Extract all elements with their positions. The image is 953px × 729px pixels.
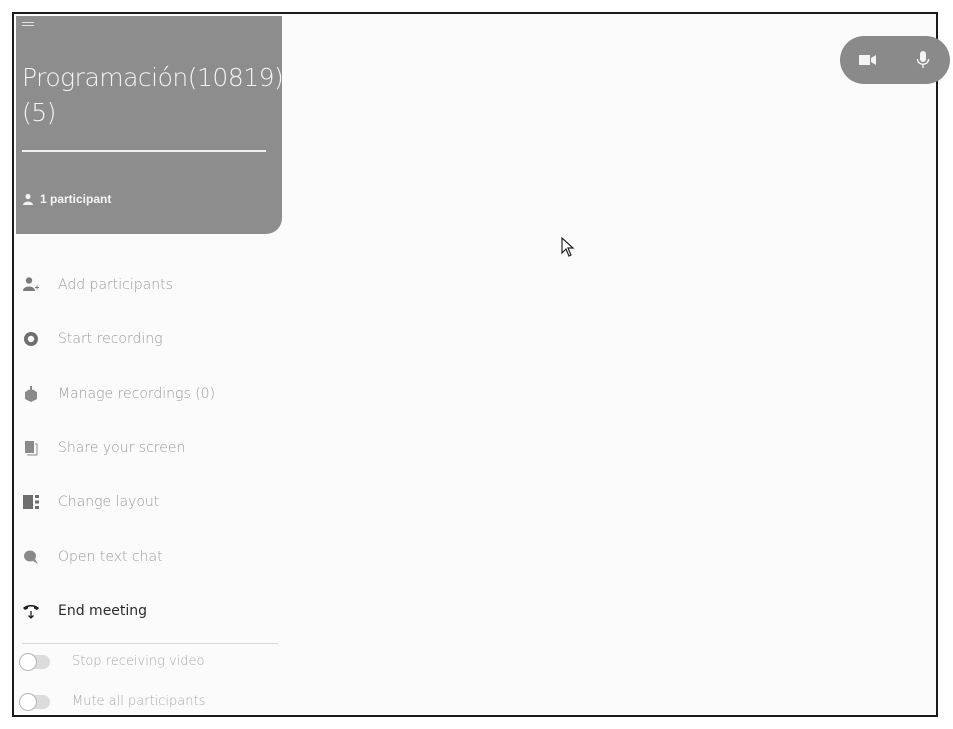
- open-text-chat-item[interactable]: Open text chat: [22, 548, 163, 566]
- camera-icon[interactable]: [858, 50, 878, 70]
- screen-share-icon: [22, 439, 40, 457]
- participants-count[interactable]: 1 participant: [22, 192, 111, 206]
- mute-all-participants-toggle[interactable]: [19, 692, 50, 711]
- microphone-icon[interactable]: [913, 50, 933, 70]
- recordings-icon: [22, 385, 40, 403]
- share-screen-item[interactable]: Share your screen: [22, 439, 185, 457]
- menu-item-label: Add participants: [58, 277, 173, 293]
- stop-receiving-video-row[interactable]: Stop receiving video: [19, 652, 205, 671]
- toggle-label: Stop receiving video: [72, 654, 205, 669]
- menu-item-label: Manage recordings (0): [58, 386, 216, 402]
- participants-label: 1 participant: [40, 192, 112, 206]
- chat-icon: [22, 548, 40, 566]
- record-icon: [22, 330, 40, 348]
- toggle-label: Mute all participants: [72, 694, 206, 709]
- menu-item-label: End meeting: [58, 603, 148, 619]
- menu-item-label: Share your screen: [58, 440, 186, 456]
- change-layout-item[interactable]: Change layout: [22, 493, 159, 511]
- title-divider: [22, 150, 266, 152]
- menu-item-label: Open text chat: [58, 549, 163, 565]
- menu-item-label: Start recording: [58, 331, 163, 347]
- end-call-icon: [22, 602, 40, 620]
- add-participant-icon: [22, 276, 40, 294]
- mouse-cursor-icon: [561, 237, 575, 257]
- manage-recordings-item[interactable]: Manage recordings (0): [22, 385, 215, 403]
- menu-divider: [22, 643, 278, 644]
- end-meeting-item[interactable]: End meeting: [22, 602, 147, 620]
- stop-receiving-video-toggle[interactable]: [19, 652, 50, 671]
- media-controls: [840, 36, 950, 84]
- meeting-window: Programación(10819)(5) 1 participant Add…: [12, 12, 950, 717]
- layout-icon: [22, 493, 40, 511]
- menu-item-label: Change layout: [58, 494, 160, 510]
- meeting-header-card: Programación(10819)(5) 1 participant: [16, 16, 284, 234]
- meeting-title: Programación(10819)(5): [22, 63, 284, 127]
- hamburger-menu-icon[interactable]: [22, 22, 34, 28]
- mute-all-participants-row[interactable]: Mute all participants: [19, 692, 206, 711]
- start-recording-item[interactable]: Start recording: [22, 330, 163, 348]
- person-icon: [23, 193, 33, 205]
- add-participants-item[interactable]: Add participants: [22, 276, 173, 294]
